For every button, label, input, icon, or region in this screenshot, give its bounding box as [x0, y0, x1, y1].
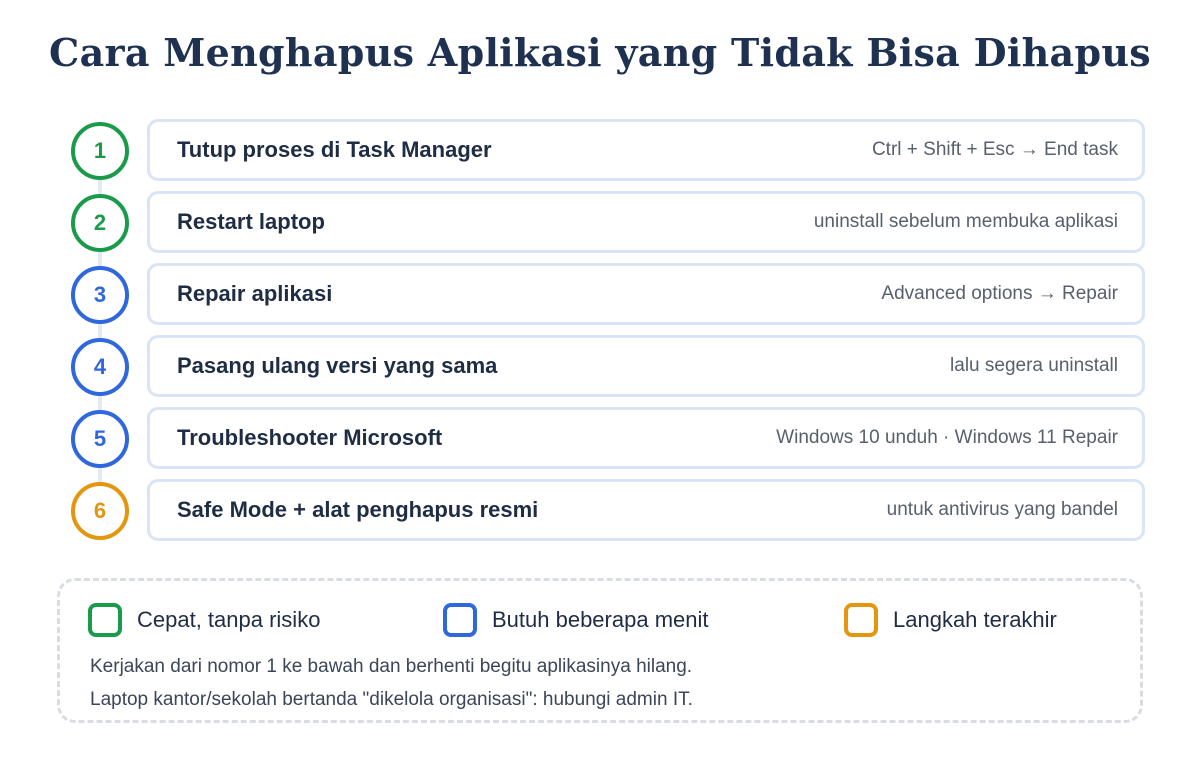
- step-card: Restart laptop uninstall sebelum membuka…: [147, 191, 1145, 253]
- legend-item-orange: Langkah terakhir: [844, 603, 1057, 637]
- step-item-6: 6 Safe Mode + alat penghapus resmi untuk…: [0, 479, 1200, 541]
- legend-swatch: [844, 603, 878, 637]
- step-item-1: 1 Tutup proses di Task Manager Ctrl + Sh…: [0, 119, 1200, 181]
- step-number-badge: 1: [71, 122, 129, 180]
- note-line-2: Laptop kantor/sekolah bertanda "dikelola…: [90, 689, 693, 710]
- legend-swatch: [88, 603, 122, 637]
- step-item-3: 3 Repair aplikasi Advanced options → Rep…: [0, 263, 1200, 325]
- step-title: Troubleshooter Microsoft: [177, 425, 443, 450]
- step-hint: Windows 10 unduh · Windows 11 Repair: [776, 427, 1118, 448]
- step-title: Repair aplikasi: [177, 281, 333, 306]
- step-card: Pasang ulang versi yang sama lalu segera…: [147, 335, 1145, 397]
- step-item-4: 4 Pasang ulang versi yang sama lalu sege…: [0, 335, 1200, 397]
- step-item-5: 5 Troubleshooter Microsoft Windows 10 un…: [0, 407, 1200, 469]
- step-title: Pasang ulang versi yang sama: [177, 353, 498, 378]
- step-title: Restart laptop: [177, 209, 325, 234]
- legend-item-green: Cepat, tanpa risiko: [88, 603, 320, 637]
- step-card: Repair aplikasi Advanced options → Repai…: [147, 263, 1145, 325]
- page-title: Cara Menghapus Aplikasi yang Tidak Bisa …: [49, 30, 1151, 75]
- legend-label: Cepat, tanpa risiko: [137, 607, 321, 632]
- step-card: Safe Mode + alat penghapus resmi untuk a…: [147, 479, 1145, 541]
- step-number-badge: 6: [71, 482, 129, 540]
- legend-swatch: [443, 603, 477, 637]
- step-hint: Ctrl + Shift + Esc → End task: [871, 139, 1118, 160]
- legend-label: Langkah terakhir: [893, 607, 1057, 632]
- step-title: Tutup proses di Task Manager: [177, 137, 492, 162]
- step-number-badge: 3: [71, 266, 129, 324]
- step-card: Tutup proses di Task Manager Ctrl + Shif…: [147, 119, 1145, 181]
- step-number-badge: 2: [71, 194, 129, 252]
- step-hint: untuk antivirus yang bandel: [886, 499, 1118, 520]
- legend-label: Butuh beberapa menit: [492, 607, 709, 632]
- note-line-1: Kerjakan dari nomor 1 ke bawah dan berhe…: [90, 656, 693, 677]
- step-hint: Advanced options → Repair: [881, 283, 1118, 304]
- step-item-2: 2 Restart laptop uninstall sebelum membu…: [0, 191, 1200, 253]
- legend-item-blue: Butuh beberapa menit: [443, 603, 709, 637]
- step-card: Troubleshooter Microsoft Windows 10 undu…: [147, 407, 1145, 469]
- step-number-badge: 5: [71, 410, 129, 468]
- step-hint: lalu segera uninstall: [950, 355, 1118, 376]
- step-hint: uninstall sebelum membuka aplikasi: [813, 211, 1118, 232]
- step-number-badge: 4: [71, 338, 129, 396]
- legend-panel: Cepat, tanpa risiko Butuh beberapa menit…: [57, 578, 1143, 723]
- step-title: Safe Mode + alat penghapus resmi: [177, 497, 539, 522]
